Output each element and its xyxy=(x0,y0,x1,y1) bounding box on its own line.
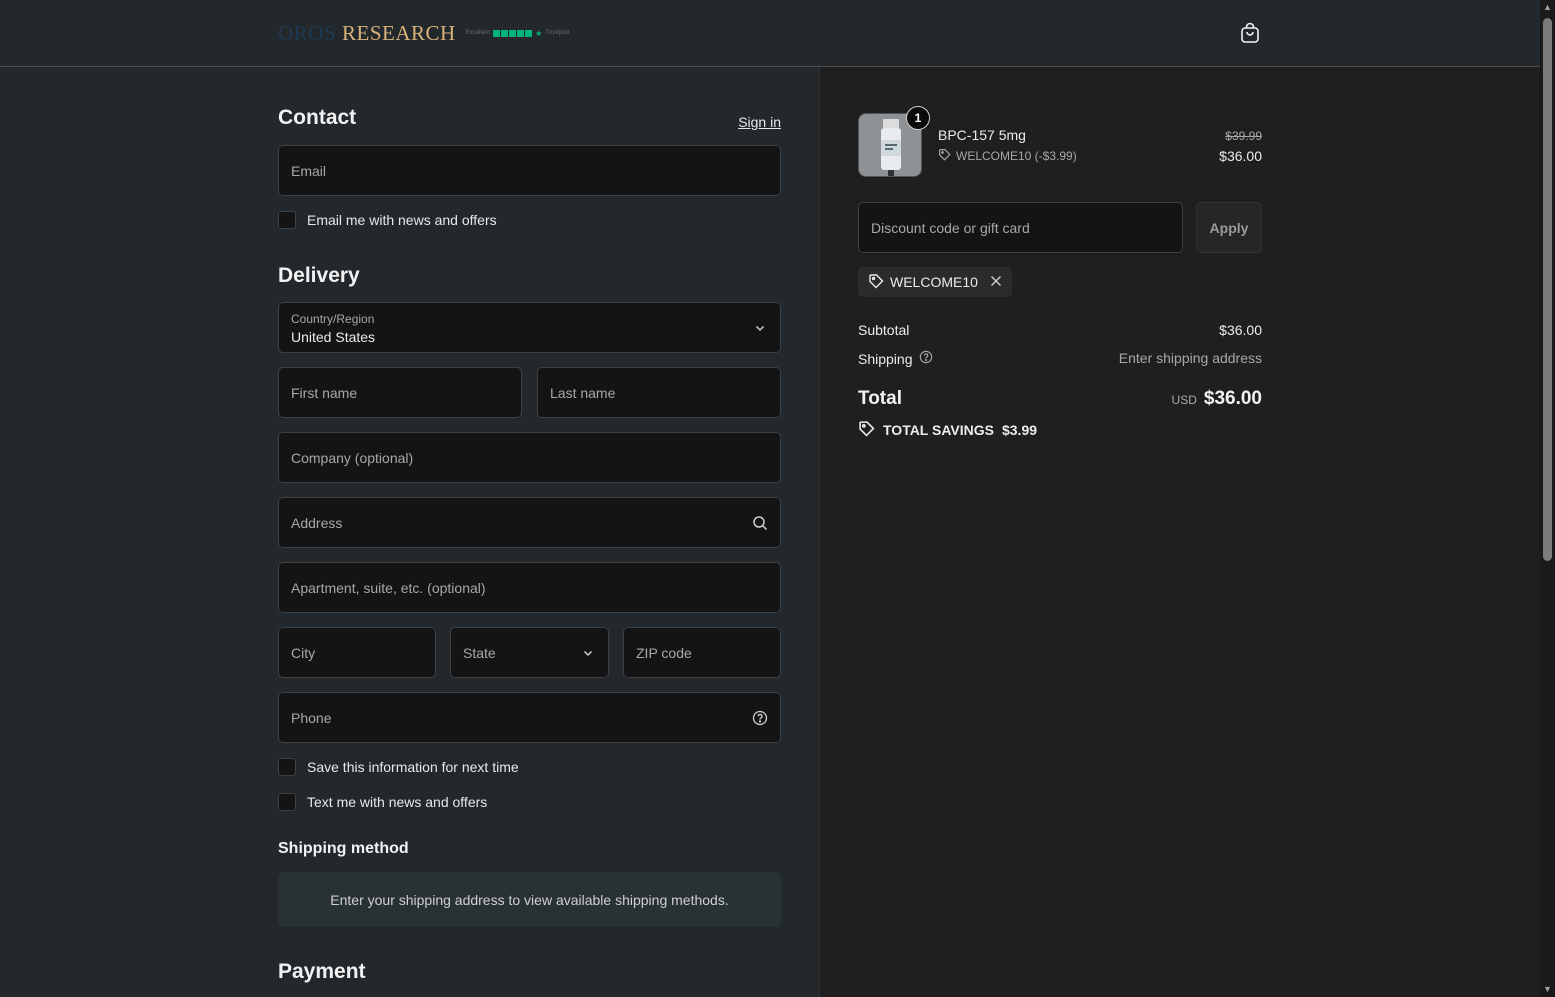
first-name-placeholder: First name xyxy=(291,384,358,401)
sign-in-link[interactable]: Sign in xyxy=(738,114,781,130)
savings-value: $3.99 xyxy=(1001,422,1038,438)
company-placeholder: Company (optional) xyxy=(291,449,414,466)
phone-field[interactable]: Phone xyxy=(278,692,781,743)
state-placeholder: State xyxy=(463,644,496,661)
logo-word-research: RESEARCH xyxy=(342,20,456,45)
tag-icon xyxy=(868,273,884,292)
applied-code-text: WELCOME10 xyxy=(890,274,978,290)
zip-placeholder: ZIP code xyxy=(636,644,692,661)
chevron-down-icon xyxy=(752,320,768,336)
tag-icon xyxy=(938,148,951,164)
trustpilot-star-icon: ★ xyxy=(535,28,543,38)
price-original: $39.99 xyxy=(1225,129,1262,143)
site-header: OROS RESEARCH Excellent ★ Trustpilot xyxy=(0,0,1540,67)
zip-field[interactable]: ZIP code xyxy=(623,627,781,678)
shipping-method-message: Enter your shipping address to view avai… xyxy=(330,891,729,908)
country-value: United States xyxy=(291,329,376,345)
address-placeholder: Address xyxy=(291,514,343,531)
company-field[interactable]: Company (optional) xyxy=(278,432,781,483)
contact-header: Contact Sign in xyxy=(278,106,781,132)
first-name-field[interactable]: First name xyxy=(278,367,522,418)
scroll-thumb[interactable] xyxy=(1543,18,1552,561)
apartment-placeholder: Apartment, suite, etc. (optional) xyxy=(291,579,486,596)
email-placeholder: Email xyxy=(291,162,327,179)
logo-word-oros: OROS xyxy=(278,20,337,45)
total-label: Total xyxy=(858,388,902,409)
store-logo[interactable]: OROS RESEARCH Excellent ★ Trustpilot xyxy=(278,20,570,46)
shipping-value: Enter shipping address xyxy=(1118,350,1262,366)
search-icon xyxy=(752,515,768,531)
subtotal-value: $36.00 xyxy=(1219,322,1262,338)
state-select[interactable]: State xyxy=(450,627,609,678)
address-field[interactable]: Address xyxy=(278,497,781,548)
shopping-bag-icon[interactable] xyxy=(1238,21,1262,45)
trustpilot-badge: Excellent ★ Trustpilot xyxy=(466,29,570,38)
tag-icon xyxy=(858,420,875,440)
quantity-badge: 1 xyxy=(906,106,930,130)
help-circle-icon[interactable] xyxy=(919,350,933,367)
phone-placeholder: Phone xyxy=(291,709,332,726)
last-name-field[interactable]: Last name xyxy=(537,367,781,418)
country-select[interactable]: Country/Region United States xyxy=(278,302,781,353)
text-optin-row[interactable]: Text me with news and offers xyxy=(278,793,487,811)
shipping-method-notice: Enter your shipping address to view avai… xyxy=(278,872,781,927)
save-info-label: Save this information for next time xyxy=(307,759,519,775)
remove-code-icon[interactable] xyxy=(990,274,1002,290)
shipping-label: Shipping xyxy=(858,350,913,367)
trust-rating-text: Excellent xyxy=(465,30,491,36)
trust-stars-icon xyxy=(493,29,533,37)
chevron-down-icon xyxy=(580,645,596,661)
discount-code-placeholder: Discount code or gift card xyxy=(871,219,1030,236)
save-info-row[interactable]: Save this information for next time xyxy=(278,758,519,776)
currency-code: USD xyxy=(1171,393,1197,407)
price-discounted: $36.00 xyxy=(1219,148,1262,164)
subtotal-label: Subtotal xyxy=(858,322,910,338)
total-savings-row: TOTAL SAVINGS $3.99 xyxy=(858,420,1037,440)
page-scrollbar[interactable]: ▲ ▼ xyxy=(1540,0,1555,997)
city-placeholder: City xyxy=(291,644,316,661)
last-name-placeholder: Last name xyxy=(550,384,616,401)
delivery-title-wrap: Delivery xyxy=(278,264,360,288)
apply-discount-button[interactable]: Apply xyxy=(1196,202,1262,253)
payment-title: Payment xyxy=(278,960,366,983)
savings-label: TOTAL SAVINGS xyxy=(883,422,994,438)
shipping-label-row: Shipping xyxy=(858,350,933,367)
trust-brand-text: Trustpilot xyxy=(545,30,570,36)
country-label: Country/Region xyxy=(291,312,375,326)
total-amount-wrap: USD $36.00 xyxy=(1172,388,1262,410)
scroll-down-arrow-icon[interactable]: ▼ xyxy=(1540,982,1555,997)
email-optin-checkbox[interactable] xyxy=(278,211,296,229)
text-optin-label: Text me with news and offers xyxy=(307,794,488,810)
shipping-method-title: Shipping method xyxy=(278,840,409,857)
email-field[interactable]: Email xyxy=(278,145,781,196)
discount-code-field[interactable]: Discount code or gift card xyxy=(858,202,1183,253)
delivery-title: Delivery xyxy=(278,264,360,287)
total-amount: $36.00 xyxy=(1203,388,1262,409)
text-optin-checkbox[interactable] xyxy=(278,793,296,811)
scroll-up-arrow-icon[interactable]: ▲ xyxy=(1540,0,1555,15)
product-discount-text: WELCOME10 (-$3.99) xyxy=(956,149,1077,163)
save-info-checkbox[interactable] xyxy=(278,758,296,776)
contact-title: Contact xyxy=(278,106,357,129)
apartment-field[interactable]: Apartment, suite, etc. (optional) xyxy=(278,562,781,613)
help-circle-icon[interactable] xyxy=(752,710,768,726)
product-name: BPC-157 5mg xyxy=(938,127,1026,143)
city-field[interactable]: City xyxy=(278,627,436,678)
applied-code-chip: WELCOME10 xyxy=(858,267,1012,297)
email-optin-row[interactable]: Email me with news and offers xyxy=(278,211,497,229)
email-optin-label: Email me with news and offers xyxy=(307,212,497,228)
product-discount-line: WELCOME10 (-$3.99) xyxy=(938,148,1077,164)
